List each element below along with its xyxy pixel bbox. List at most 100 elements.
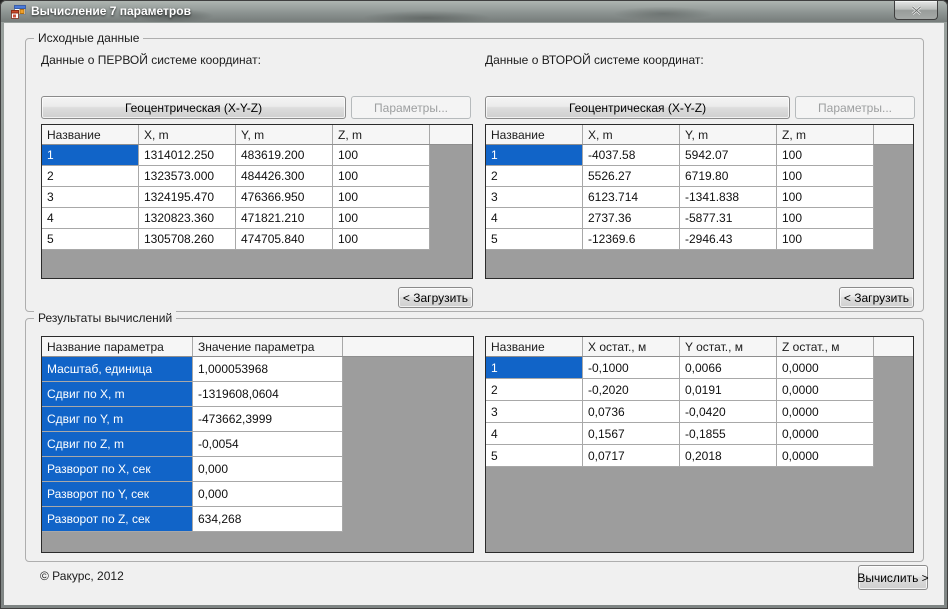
grid-cell[interactable]: 0,0191 bbox=[680, 379, 777, 400]
compute-button[interactable]: Вычислить > bbox=[857, 565, 929, 590]
load-second-button[interactable]: < Загрузить bbox=[839, 287, 914, 308]
grid-cell[interactable]: Разворот по Y, сек bbox=[42, 482, 193, 506]
grid-cell[interactable]: -0,1855 bbox=[680, 423, 777, 444]
grid-cell[interactable]: -5877.31 bbox=[680, 208, 777, 228]
grid-cell[interactable]: 4 bbox=[486, 423, 583, 444]
column-header[interactable]: X, m bbox=[583, 125, 680, 144]
grid-cell[interactable]: 2 bbox=[486, 379, 583, 400]
second-system-type-button[interactable]: Геоцентрическая (X-Y-Z) bbox=[485, 96, 790, 119]
column-header[interactable]: Название bbox=[42, 125, 139, 144]
column-header[interactable]: Название параметра bbox=[42, 337, 193, 356]
grid-cell[interactable]: -0,0420 bbox=[680, 401, 777, 422]
column-header[interactable]: Y, m bbox=[680, 125, 777, 144]
grid-cell[interactable]: 1 bbox=[486, 357, 583, 378]
grid-cell[interactable]: 1324195.470 bbox=[139, 187, 236, 207]
grid-cell[interactable]: 100 bbox=[777, 145, 874, 165]
grid-cell[interactable]: 471821.210 bbox=[236, 208, 333, 228]
grid-cell[interactable]: 1323573.000 bbox=[139, 166, 236, 186]
table-row: 3 0,0736 -0,0420 0,0000 bbox=[486, 401, 874, 423]
grid-cell[interactable]: 0,0066 bbox=[680, 357, 777, 378]
column-header[interactable]: Значение параметра bbox=[193, 337, 343, 356]
grid-cell[interactable]: 0,000 bbox=[193, 482, 343, 506]
grid-cell[interactable]: 5 bbox=[486, 229, 583, 249]
grid-cell[interactable]: Разворот по Z, сек bbox=[42, 507, 193, 531]
grid-cell[interactable]: 1 bbox=[486, 145, 583, 165]
grid-cell[interactable]: 2 bbox=[486, 166, 583, 186]
grid-cell[interactable]: 0,2018 bbox=[680, 445, 777, 466]
grid-cell[interactable]: 0,0000 bbox=[777, 357, 874, 378]
load-first-button[interactable]: < Загрузить bbox=[398, 287, 473, 308]
grid-cell[interactable]: 3 bbox=[486, 187, 583, 207]
grid-cell[interactable]: 0,0736 bbox=[583, 401, 680, 422]
column-header[interactable]: Название bbox=[486, 337, 583, 356]
grid-cell[interactable]: 0,0000 bbox=[777, 401, 874, 422]
grid-cell[interactable]: 4 bbox=[486, 208, 583, 228]
grid-cell[interactable]: 100 bbox=[333, 187, 430, 207]
grid-cell[interactable]: 0,0717 bbox=[583, 445, 680, 466]
column-header[interactable]: Y остат., м bbox=[680, 337, 777, 356]
grid-cell[interactable]: 5942.07 bbox=[680, 145, 777, 165]
grid-cell[interactable]: -12369.6 bbox=[583, 229, 680, 249]
grid-cell[interactable]: 0,000 bbox=[193, 457, 343, 481]
grid-cell[interactable]: 6123.714 bbox=[583, 187, 680, 207]
grid-cell[interactable]: -0,1000 bbox=[583, 357, 680, 378]
column-header[interactable]: Z, m bbox=[333, 125, 430, 144]
grid-cell[interactable]: 6719.80 bbox=[680, 166, 777, 186]
grid-cell[interactable]: 100 bbox=[333, 208, 430, 228]
grid-cell[interactable]: 5 bbox=[42, 229, 139, 249]
grid-cell[interactable]: 2 bbox=[42, 166, 139, 186]
window-title: Вычисление 7 параметров bbox=[31, 4, 191, 18]
column-header[interactable]: Название bbox=[486, 125, 583, 144]
grid-cell[interactable]: -0,2020 bbox=[583, 379, 680, 400]
grid-cell[interactable]: 4 bbox=[42, 208, 139, 228]
grid-cell[interactable]: 634,268 bbox=[193, 507, 343, 531]
grid-cell[interactable]: 100 bbox=[777, 187, 874, 207]
grid-cell[interactable]: 0,0000 bbox=[777, 379, 874, 400]
grid-cell[interactable]: 474705.840 bbox=[236, 229, 333, 249]
table-row: 2 -0,2020 0,0191 0,0000 bbox=[486, 379, 874, 401]
column-header[interactable]: X, m bbox=[139, 125, 236, 144]
grid-cell[interactable]: 2737.36 bbox=[583, 208, 680, 228]
grid-cell[interactable]: Разворот по X, сек bbox=[42, 457, 193, 481]
column-header[interactable]: X остат., м bbox=[583, 337, 680, 356]
grid-cell[interactable]: 100 bbox=[777, 166, 874, 186]
grid-cell[interactable]: 100 bbox=[777, 229, 874, 249]
column-header[interactable]: Z, m bbox=[777, 125, 874, 144]
column-header[interactable]: Y, m bbox=[236, 125, 333, 144]
grid-cell[interactable]: 476366.950 bbox=[236, 187, 333, 207]
grid-cell[interactable]: -1319608,0604 bbox=[193, 382, 343, 406]
grid-cell[interactable]: 0,1567 bbox=[583, 423, 680, 444]
grid-cell[interactable]: -2946.43 bbox=[680, 229, 777, 249]
dialog-client-area: Исходные данные Данные о ПЕРВОЙ системе … bbox=[4, 23, 944, 605]
grid-cell[interactable]: 1320823.360 bbox=[139, 208, 236, 228]
grid-cell[interactable]: 1 bbox=[42, 145, 139, 165]
grid-cell[interactable]: Сдвиг по Y, m bbox=[42, 407, 193, 431]
grid-cell[interactable]: Сдвиг по X, m bbox=[42, 382, 193, 406]
grid-cell[interactable]: Масштаб, единица bbox=[42, 357, 193, 381]
grid-cell[interactable]: -0,0054 bbox=[193, 432, 343, 456]
grid-cell[interactable]: -4037.58 bbox=[583, 145, 680, 165]
grid-cell[interactable]: 484426.300 bbox=[236, 166, 333, 186]
close-button[interactable] bbox=[894, 1, 938, 20]
grid-cell[interactable]: 0,0000 bbox=[777, 423, 874, 444]
grid-cell[interactable]: 1314012.250 bbox=[139, 145, 236, 165]
grid-cell[interactable]: -473662,3999 bbox=[193, 407, 343, 431]
grid-cell[interactable]: -1341.838 bbox=[680, 187, 777, 207]
grid-cell[interactable]: Сдвиг по Z, m bbox=[42, 432, 193, 456]
grid-cell[interactable]: 5526.27 bbox=[583, 166, 680, 186]
second-system-params-button[interactable]: Параметры... bbox=[795, 96, 915, 119]
first-system-params-button[interactable]: Параметры... bbox=[351, 96, 471, 119]
grid-cell[interactable]: 100 bbox=[333, 166, 430, 186]
grid-cell[interactable]: 100 bbox=[333, 145, 430, 165]
grid-cell[interactable]: 1305708.260 bbox=[139, 229, 236, 249]
grid-cell[interactable]: 3 bbox=[42, 187, 139, 207]
grid-cell[interactable]: 1,000053968 bbox=[193, 357, 343, 381]
grid-cell[interactable]: 483619.200 bbox=[236, 145, 333, 165]
grid-cell[interactable]: 0,0000 bbox=[777, 445, 874, 466]
grid-cell[interactable]: 5 bbox=[486, 445, 583, 466]
first-system-type-button[interactable]: Геоцентрическая (X-Y-Z) bbox=[41, 96, 346, 119]
grid-cell[interactable]: 100 bbox=[333, 229, 430, 249]
column-header[interactable]: Z остат., м bbox=[777, 337, 874, 356]
grid-cell[interactable]: 100 bbox=[777, 208, 874, 228]
grid-cell[interactable]: 3 bbox=[486, 401, 583, 422]
